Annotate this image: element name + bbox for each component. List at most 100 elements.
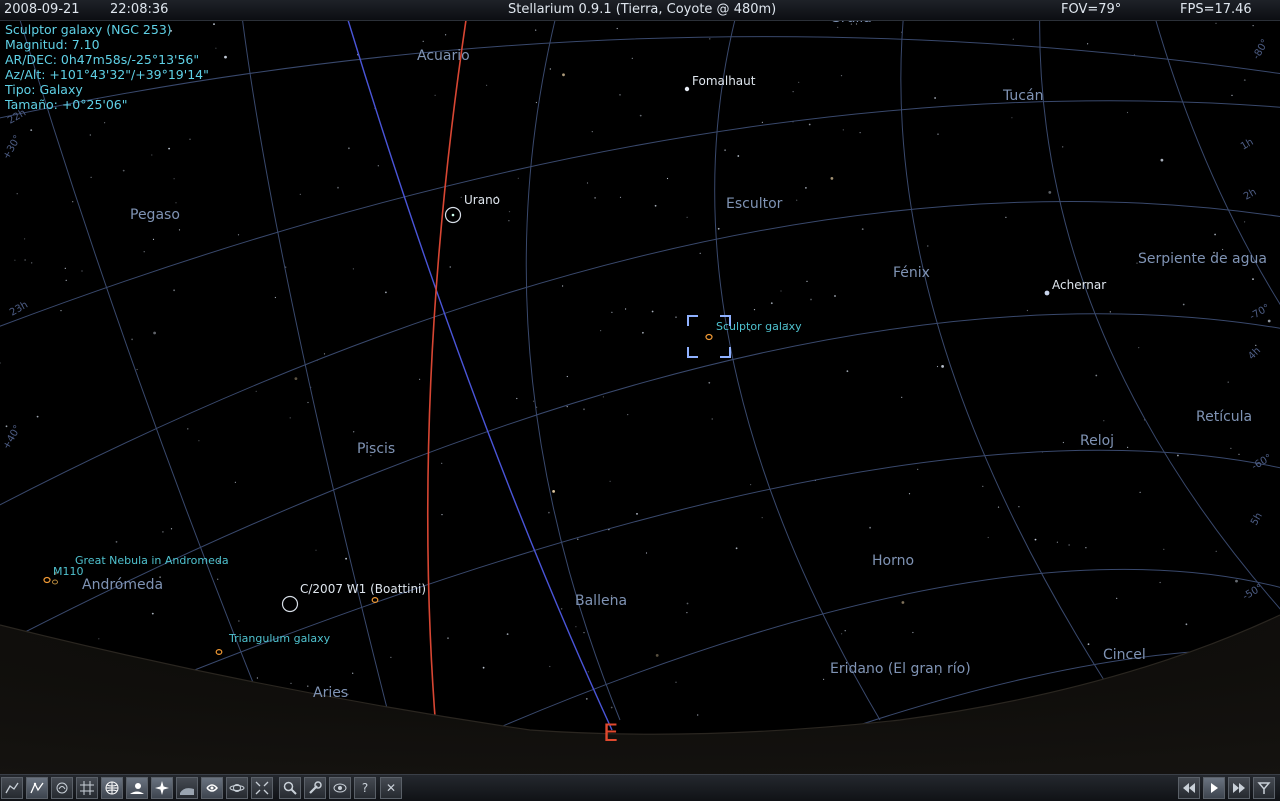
real-time-icon[interactable] xyxy=(1253,777,1275,799)
background-star xyxy=(708,381,711,384)
background-star xyxy=(1005,216,1007,218)
background-star xyxy=(655,654,659,657)
background-star xyxy=(307,685,309,687)
background-star xyxy=(217,578,219,580)
background-star xyxy=(1068,544,1070,546)
background-star xyxy=(168,147,171,150)
background-star xyxy=(823,678,825,681)
equatorial-mount-icon[interactable] xyxy=(251,777,273,799)
background-star xyxy=(566,375,568,378)
constellation-art-icon[interactable] xyxy=(51,777,73,799)
background-star xyxy=(583,632,585,634)
background-star xyxy=(536,406,538,408)
background-star xyxy=(422,40,424,42)
object-name: Sculptor galaxy (NGC 253) xyxy=(5,22,172,37)
background-star xyxy=(215,47,217,49)
background-star xyxy=(1163,548,1165,550)
background-star xyxy=(686,216,688,218)
toolbar: ? ✕ xyxy=(0,774,1280,801)
background-star xyxy=(1252,278,1254,280)
background-star xyxy=(562,73,565,77)
nebulas-icon[interactable] xyxy=(201,777,223,799)
background-star xyxy=(348,147,350,150)
night-mode-icon[interactable] xyxy=(329,777,351,799)
background-star xyxy=(1062,146,1064,148)
background-star xyxy=(294,377,298,380)
background-star xyxy=(1034,538,1037,541)
background-star xyxy=(1243,79,1246,81)
background-star xyxy=(506,633,509,635)
background-star xyxy=(846,370,849,373)
background-star xyxy=(1182,303,1185,306)
background-star xyxy=(1215,550,1217,552)
constellation-label: Cincel xyxy=(1103,647,1146,663)
constellation-label: Tucán xyxy=(1002,88,1043,104)
background-star xyxy=(189,138,191,140)
fast-forward-icon[interactable] xyxy=(1228,777,1250,799)
background-star xyxy=(482,666,485,669)
background-star xyxy=(24,238,26,240)
constellation-lines-icon[interactable] xyxy=(1,777,23,799)
quit-icon[interactable]: ✕ xyxy=(380,777,402,799)
background-star xyxy=(627,414,629,416)
equatorial-grid-icon[interactable] xyxy=(76,777,98,799)
atmosphere-icon[interactable] xyxy=(176,777,198,799)
background-star xyxy=(175,202,177,204)
background-star xyxy=(675,316,677,318)
cardinal-points-icon[interactable] xyxy=(151,777,173,799)
sky-view[interactable]: 22h 23h 1h 2h 4h 5h +30° +40° -50° -60° … xyxy=(0,0,1280,800)
date-display: 2008-09-21 xyxy=(4,2,80,17)
background-star xyxy=(1185,623,1188,626)
planets-icon[interactable] xyxy=(226,777,248,799)
play-icon[interactable] xyxy=(1203,777,1225,799)
background-star xyxy=(173,178,175,180)
background-star xyxy=(912,631,914,634)
background-star xyxy=(115,541,118,543)
background-star xyxy=(577,538,579,540)
background-star xyxy=(1062,441,1064,444)
background-star xyxy=(170,528,173,530)
background-star xyxy=(1026,309,1028,312)
background-star xyxy=(377,165,379,167)
background-star xyxy=(1087,43,1089,45)
background-star xyxy=(1056,541,1058,543)
help-icon[interactable]: ? xyxy=(354,777,376,799)
constellation-names-icon[interactable] xyxy=(26,777,48,799)
background-star xyxy=(735,547,738,550)
background-star xyxy=(65,279,67,281)
background-star xyxy=(796,199,798,201)
object-magnitude: Magnitud: 7.10 xyxy=(5,37,100,52)
rewind-icon[interactable] xyxy=(1178,777,1200,799)
background-star xyxy=(709,38,711,40)
window-title: Stellarium 0.9.1 (Tierra, Coyote @ 480m) xyxy=(508,2,777,17)
object-type: Tipo: Galaxy xyxy=(5,82,83,97)
background-star xyxy=(323,353,326,355)
background-star xyxy=(937,133,939,135)
background-star xyxy=(642,331,644,334)
background-star xyxy=(1222,248,1224,251)
background-star xyxy=(619,94,621,96)
background-star xyxy=(1267,319,1271,323)
background-star xyxy=(609,480,611,482)
configuration-icon[interactable] xyxy=(304,777,326,799)
background-star xyxy=(5,425,8,428)
background-star xyxy=(549,665,551,668)
background-star xyxy=(619,196,622,198)
background-star xyxy=(1160,158,1164,162)
azimuth-grid-icon[interactable] xyxy=(101,777,123,799)
background-star xyxy=(631,57,633,60)
background-star xyxy=(770,302,773,305)
background-star xyxy=(837,26,839,28)
background-star xyxy=(131,338,134,341)
constellation-label: Fénix xyxy=(893,265,930,281)
background-star xyxy=(1095,374,1098,377)
background-star xyxy=(636,513,638,515)
background-star xyxy=(1139,491,1141,493)
background-star xyxy=(711,418,713,420)
search-icon[interactable] xyxy=(279,777,301,799)
background-star xyxy=(460,196,462,198)
object-az-alt: Az/Alt: +101°43'32"/+39°19'14" xyxy=(5,67,209,82)
ground-icon[interactable] xyxy=(126,777,148,799)
background-star xyxy=(151,612,154,615)
background-star xyxy=(447,637,449,640)
